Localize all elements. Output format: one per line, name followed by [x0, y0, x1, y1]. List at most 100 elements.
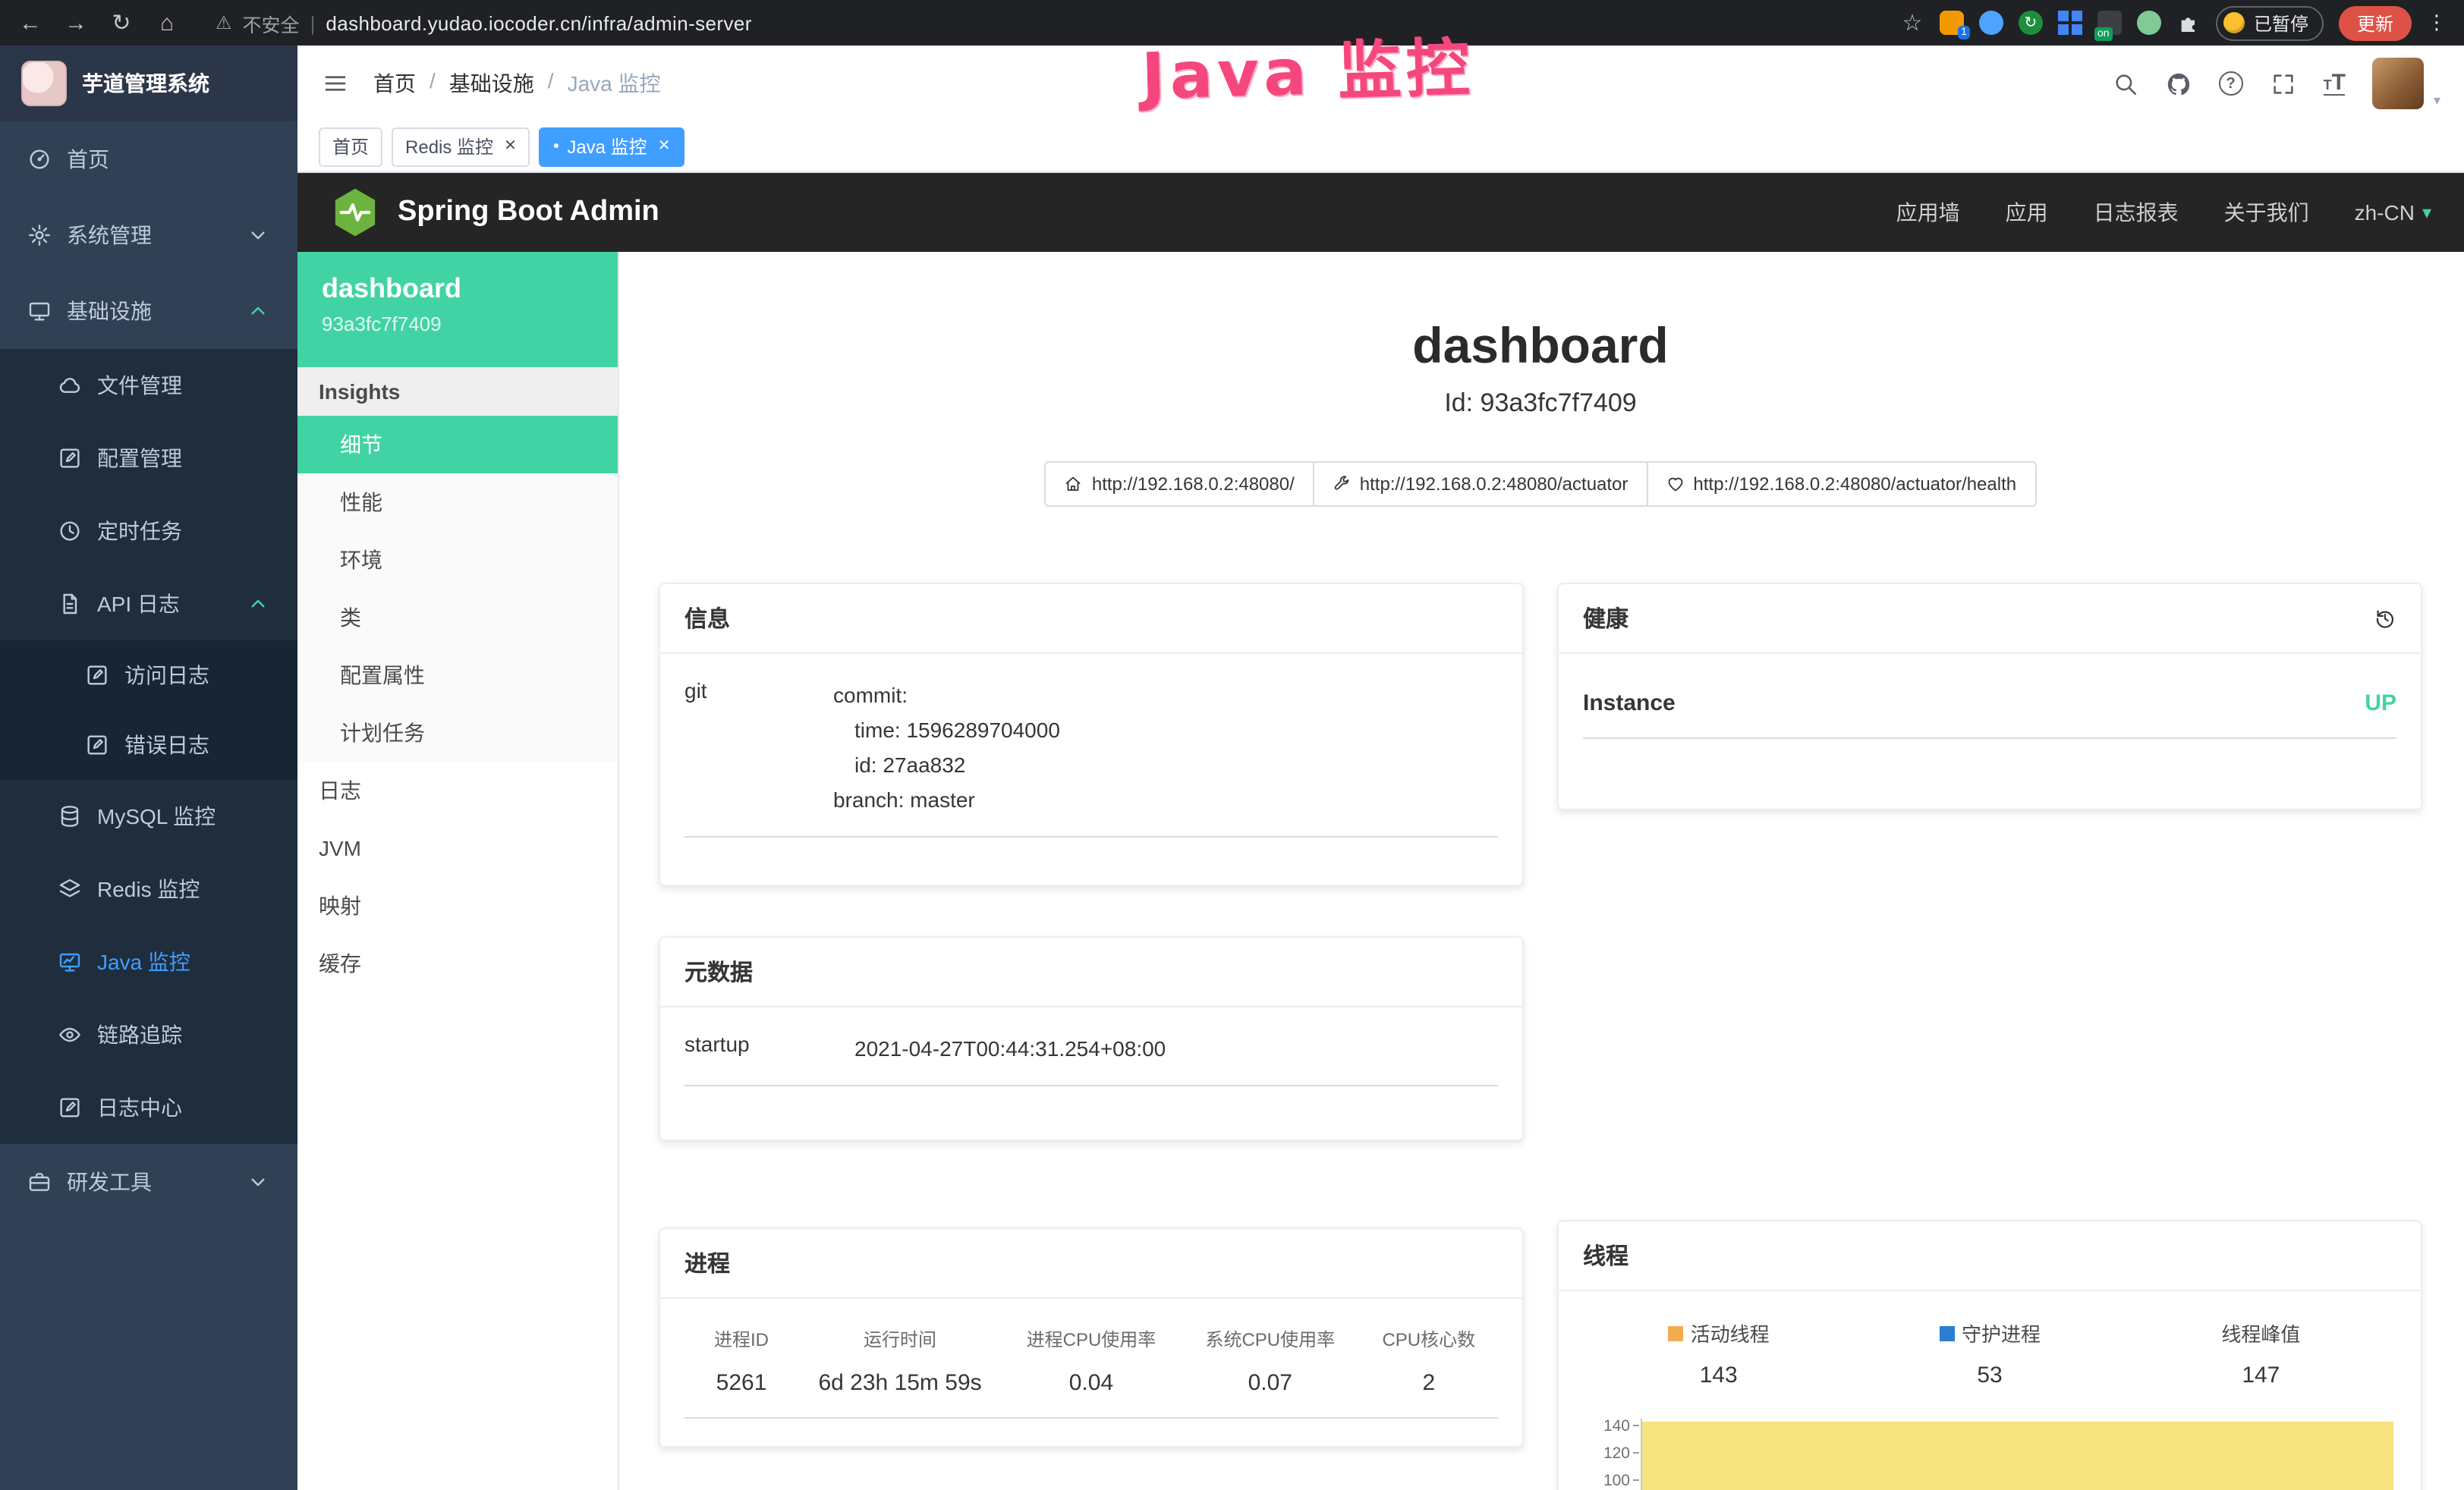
extension-blue-drop-icon[interactable]	[1979, 11, 2003, 35]
tab-label: 首页	[332, 134, 369, 159]
health-url-button[interactable]: http://192.168.0.2:48080/actuator/health	[1647, 461, 2036, 507]
legend-live-threads: 活动线程 143	[1583, 1319, 1854, 1388]
sba-item-config-props[interactable]: 配置属性	[297, 646, 618, 704]
infra-submenu: 文件管理 配置管理 定时任务 API 日志	[0, 349, 297, 1144]
extension-leaf-icon[interactable]	[2137, 11, 2161, 35]
service-url: http://192.168.0.2:48080/	[1092, 473, 1295, 495]
sba-item-environment[interactable]: 环境	[297, 531, 618, 589]
app-logo-row[interactable]: 芋道管理系统	[0, 46, 297, 121]
actuator-url: http://192.168.0.2:48080/actuator	[1360, 473, 1629, 495]
browser-menu-icon[interactable]: ⋮	[2427, 11, 2447, 35]
sidebar-item-trace[interactable]: 链路追踪	[0, 998, 297, 1071]
address-bar[interactable]: ⚠ 不安全 | dashboard.yudao.iocoder.cn/infra…	[216, 8, 752, 37]
instance-header[interactable]: dashboard 93a3fc7f7409	[297, 252, 618, 367]
tab-close-icon[interactable]: ✕	[658, 138, 671, 155]
threads-chart-yaxis: 140 120 100	[1583, 1419, 1641, 1490]
avatar-caret-icon[interactable]: ▾	[2434, 93, 2440, 109]
extension-grid-icon[interactable]	[2058, 11, 2082, 35]
breadcrumb-current: Java 监控	[568, 68, 661, 99]
sidebar-item-job[interactable]: 定时任务	[0, 495, 297, 567]
sidebar-item-errorlog[interactable]: 错误日志	[0, 710, 297, 780]
tab-label: Redis 监控	[405, 134, 493, 159]
info-card-title: 信息	[660, 584, 1522, 654]
process-col: 运行时间 6d 23h 15m 59s	[798, 1326, 1002, 1396]
actuator-url-button[interactable]: http://192.168.0.2:48080/actuator	[1314, 461, 1648, 507]
tab-close-icon[interactable]: ✕	[504, 138, 517, 155]
chrome-update-button[interactable]: 更新	[2339, 5, 2412, 40]
status-badge: UP	[2365, 690, 2396, 716]
extension-count-badge: 1	[1958, 26, 1970, 39]
hamburger-icon[interactable]	[322, 70, 349, 97]
breadcrumb-separator: /	[548, 68, 554, 99]
user-avatar[interactable]	[2373, 58, 2425, 109]
sba-item-caches[interactable]: 缓存	[297, 935, 618, 992]
sidebar-item-java[interactable]: Java 监控	[0, 926, 297, 998]
live-threads-swatch	[1668, 1325, 1683, 1341]
sba-nav-about[interactable]: 关于我们	[2224, 197, 2309, 228]
sidebar-item-devtools[interactable]: 研发工具	[0, 1144, 297, 1220]
health-card-title: 健康	[1559, 584, 2421, 654]
document-icon	[58, 592, 82, 616]
font-size-icon[interactable]: T T	[2324, 72, 2346, 95]
sidebar-item-logcenter[interactable]: 日志中心	[0, 1071, 297, 1144]
layers-icon	[58, 877, 82, 901]
sba-navbar: Spring Boot Admin 应用墙 应用 日志报表 关于我们 zh-CN…	[297, 173, 2464, 252]
extension-orange-icon[interactable]: 1	[1940, 11, 1964, 35]
sba-nav-journal[interactable]: 日志报表	[2094, 197, 2179, 228]
tab-java-monitor[interactable]: ● Java 监控 ✕	[540, 127, 684, 166]
browser-actions: ☆ 1 ↻ on 已暂停 更新 ⋮	[1900, 5, 2447, 40]
breadcrumb-infra[interactable]: 基础设施	[449, 68, 534, 99]
fullscreen-icon[interactable]	[2270, 71, 2296, 96]
info-key: git	[684, 678, 833, 818]
process-card: 进程 进程ID 5261 运行时间	[659, 1228, 1524, 1448]
extension-green-refresh-icon[interactable]: ↻	[2019, 11, 2043, 35]
sidebar-item-label: 首页	[67, 144, 109, 174]
sidebar-item-mysql[interactable]: MySQL 监控	[0, 780, 297, 853]
eye-icon	[58, 1023, 82, 1047]
home-icon	[1065, 475, 1083, 493]
sidebar-item-label: 访问日志	[124, 660, 209, 690]
url-text: dashboard.yudao.iocoder.cn/infra/admin-s…	[326, 11, 751, 34]
breadcrumb-home[interactable]: 首页	[373, 68, 416, 99]
sba-brand-title[interactable]: Spring Boot Admin	[398, 196, 659, 229]
extension-dark-icon[interactable]: on	[2097, 11, 2122, 35]
tab-redis-monitor[interactable]: Redis 监控 ✕	[392, 127, 530, 166]
sidebar-item-label: 研发工具	[67, 1167, 152, 1197]
browser-home-icon[interactable]: ⌂	[155, 10, 179, 36]
sba-nav-applications[interactable]: 应用	[2006, 197, 2048, 228]
info-value: commit: time: 1596289704000 id: 27aa832 …	[833, 678, 1498, 818]
sidebar-item-label: 配置管理	[97, 443, 182, 473]
sba-item-details[interactable]: 细节	[297, 416, 618, 473]
sba-item-classes[interactable]: 类	[297, 589, 618, 646]
bookmark-star-icon[interactable]: ☆	[1900, 9, 1924, 36]
sidebar-item-file[interactable]: 文件管理	[0, 349, 297, 422]
service-url-button[interactable]: http://192.168.0.2:48080/	[1045, 461, 1314, 507]
metadata-key: startup	[684, 1032, 854, 1067]
reload-icon[interactable]: ↻	[109, 9, 134, 36]
back-icon[interactable]: ←	[18, 10, 42, 36]
paused-extension-chip[interactable]: 已暂停	[2216, 5, 2324, 40]
extensions-puzzle-icon[interactable]	[2176, 11, 2201, 35]
sba-item-metrics[interactable]: 性能	[297, 473, 618, 531]
sba-nav-wall[interactable]: 应用墙	[1896, 197, 1960, 228]
sba-item-mappings[interactable]: 映射	[297, 877, 618, 935]
sidebar-item-config[interactable]: 配置管理	[0, 422, 297, 495]
history-icon[interactable]	[2374, 607, 2396, 630]
forward-icon[interactable]: →	[64, 10, 88, 36]
sidebar-item-accesslog[interactable]: 访问日志	[0, 640, 297, 710]
active-dot-icon: ●	[553, 141, 559, 152]
search-icon[interactable]	[2113, 71, 2138, 96]
locale-selector[interactable]: zh-CN ▾	[2355, 200, 2431, 225]
sidebar-item-infra[interactable]: 基础设施	[0, 273, 297, 349]
process-card-title: 进程	[660, 1229, 1522, 1299]
sba-item-logs[interactable]: 日志	[297, 762, 618, 819]
github-icon[interactable]	[2166, 71, 2192, 96]
sidebar-item-redis[interactable]: Redis 监控	[0, 853, 297, 926]
sidebar-item-home[interactable]: 首页	[0, 121, 297, 197]
sba-item-jvm[interactable]: JVM	[297, 819, 618, 877]
sidebar-item-apilog[interactable]: API 日志	[0, 567, 297, 640]
tab-home[interactable]: 首页	[319, 127, 382, 166]
sba-item-scheduled-tasks[interactable]: 计划任务	[297, 704, 618, 762]
help-icon[interactable]: ?	[2219, 71, 2243, 96]
sidebar-item-system[interactable]: 系统管理	[0, 197, 297, 273]
